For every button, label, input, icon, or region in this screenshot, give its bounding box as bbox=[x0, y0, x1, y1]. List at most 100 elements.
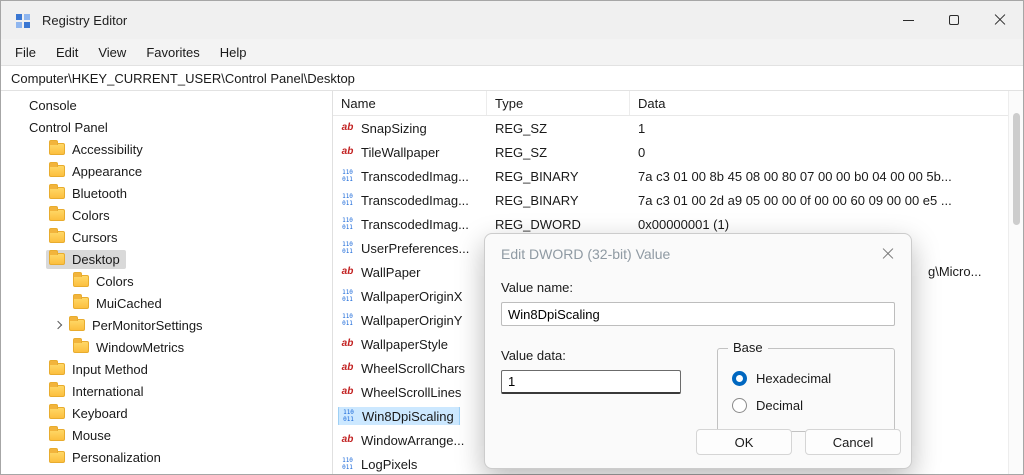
folder-icon bbox=[69, 319, 85, 331]
radio-selected-icon bbox=[732, 371, 747, 386]
value-data: 7a c3 01 00 8b 45 08 00 80 07 00 00 b0 0… bbox=[630, 169, 1008, 184]
base-groupbox: Base Hexadecimal Decimal bbox=[717, 348, 895, 432]
wallpaper-data-fragment: g\Micro... bbox=[928, 264, 981, 279]
binary-icon bbox=[339, 240, 356, 256]
column-header-type[interactable]: Type bbox=[487, 91, 630, 115]
binary-icon bbox=[340, 408, 357, 424]
list-row[interactable]: TranscodedImag... REG_BINARY 7a c3 01 00… bbox=[333, 164, 1008, 188]
tree-item-control-panel[interactable]: Control Panel bbox=[1, 116, 332, 138]
folder-icon bbox=[49, 231, 65, 243]
ok-button[interactable]: OK bbox=[696, 429, 792, 455]
string-icon bbox=[339, 336, 356, 352]
value-data-label: Value data: bbox=[501, 348, 697, 363]
list-row[interactable]: SnapSizing REG_SZ 1 bbox=[333, 116, 1008, 140]
registry-tree: Console Control Panel Accessibility Appe… bbox=[1, 91, 333, 474]
value-data: 7a c3 01 00 2d a9 05 00 00 0f 00 00 60 0… bbox=[630, 193, 1008, 208]
binary-icon bbox=[339, 288, 356, 304]
tree-item-label: Keyboard bbox=[72, 406, 128, 421]
column-header-name[interactable]: Name bbox=[333, 91, 487, 115]
list-selection: Win8DpiScaling bbox=[339, 407, 459, 425]
folder-icon bbox=[49, 253, 65, 265]
close-icon bbox=[994, 14, 1006, 26]
dialog-title: Edit DWORD (32-bit) Value bbox=[501, 246, 670, 262]
decimal-radio-label: Decimal bbox=[756, 398, 803, 413]
scrollbar-thumb[interactable] bbox=[1013, 113, 1020, 225]
value-name-input[interactable] bbox=[501, 302, 895, 326]
tree-item-international[interactable]: International bbox=[1, 380, 332, 402]
maximize-button[interactable] bbox=[931, 1, 977, 39]
chevron-right-icon[interactable] bbox=[54, 321, 62, 329]
folder-icon bbox=[49, 385, 65, 397]
list-row[interactable]: TileWallpaper REG_SZ 0 bbox=[333, 140, 1008, 164]
value-name: WheelScrollChars bbox=[361, 361, 465, 376]
value-name: UserPreferences... bbox=[361, 241, 469, 256]
tree-item-appearance[interactable]: Appearance bbox=[1, 160, 332, 182]
value-data: 1 bbox=[630, 121, 1008, 136]
tree-item-mouse[interactable]: Mouse bbox=[1, 424, 332, 446]
tree-item-label: Colors bbox=[96, 274, 134, 289]
tree-item-label: MuiCached bbox=[96, 296, 162, 311]
menu-edit[interactable]: Edit bbox=[46, 42, 88, 63]
string-icon bbox=[339, 360, 356, 376]
string-icon bbox=[339, 264, 356, 280]
tree-item-permonitorsettings[interactable]: PerMonitorSettings bbox=[1, 314, 332, 336]
base-label: Base bbox=[728, 340, 768, 355]
value-type: REG_BINARY bbox=[487, 193, 630, 208]
tree-item-desktop-colors[interactable]: Colors bbox=[1, 270, 332, 292]
folder-icon bbox=[49, 363, 65, 375]
value-type: REG_DWORD bbox=[487, 217, 630, 232]
folder-icon bbox=[73, 275, 89, 287]
tree-item-personalization[interactable]: Personalization bbox=[1, 446, 332, 468]
binary-icon bbox=[339, 456, 356, 472]
tree-item-console[interactable]: Console bbox=[1, 94, 332, 116]
window-title: Registry Editor bbox=[42, 13, 127, 28]
value-name: WallpaperStyle bbox=[361, 337, 448, 352]
minimize-icon bbox=[903, 20, 914, 21]
tree-item-windowmetrics[interactable]: WindowMetrics bbox=[1, 336, 332, 358]
folder-icon bbox=[49, 143, 65, 155]
vertical-scrollbar[interactable] bbox=[1008, 91, 1023, 474]
tree-item-label: Accessibility bbox=[72, 142, 143, 157]
menu-favorites[interactable]: Favorites bbox=[136, 42, 209, 63]
value-type: REG_BINARY bbox=[487, 169, 630, 184]
tree-item-bluetooth[interactable]: Bluetooth bbox=[1, 182, 332, 204]
tree-item-colors[interactable]: Colors bbox=[1, 204, 332, 226]
tree-item-label: Desktop bbox=[72, 252, 120, 267]
hexadecimal-radio[interactable]: Hexadecimal bbox=[732, 371, 894, 386]
tree-item-muicached[interactable]: MuiCached bbox=[1, 292, 332, 314]
value-name: Win8DpiScaling bbox=[362, 409, 454, 424]
tree-item-input-method[interactable]: Input Method bbox=[1, 358, 332, 380]
menu-file[interactable]: File bbox=[5, 42, 46, 63]
menu-view[interactable]: View bbox=[88, 42, 136, 63]
value-name: TileWallpaper bbox=[361, 145, 440, 160]
tree-item-keyboard[interactable]: Keyboard bbox=[1, 402, 332, 424]
menu-help[interactable]: Help bbox=[210, 42, 257, 63]
decimal-radio[interactable]: Decimal bbox=[732, 398, 894, 413]
string-icon bbox=[339, 120, 356, 136]
minimize-button[interactable] bbox=[885, 1, 931, 39]
binary-icon bbox=[339, 168, 356, 184]
column-header-data[interactable]: Data bbox=[630, 91, 1008, 115]
tree-item-label: Personalization bbox=[72, 450, 161, 465]
value-name-label: Value name: bbox=[501, 280, 895, 295]
tree-item-accessibility[interactable]: Accessibility bbox=[1, 138, 332, 160]
list-row[interactable]: TranscodedImag... REG_BINARY 7a c3 01 00… bbox=[333, 188, 1008, 212]
folder-icon bbox=[73, 297, 89, 309]
tree-item-label: WindowMetrics bbox=[96, 340, 184, 355]
dialog-close-icon[interactable] bbox=[881, 247, 895, 261]
maximize-icon bbox=[949, 15, 959, 25]
menubar: File Edit View Favorites Help bbox=[1, 39, 1023, 65]
value-name: SnapSizing bbox=[361, 121, 427, 136]
binary-icon bbox=[339, 216, 356, 232]
address-bar[interactable]: Computer\HKEY_CURRENT_USER\Control Panel… bbox=[1, 65, 1023, 91]
value-type: REG_SZ bbox=[487, 145, 630, 160]
value-name: TranscodedImag... bbox=[361, 193, 469, 208]
close-button[interactable] bbox=[977, 1, 1023, 39]
tree-item-desktop[interactable]: Desktop bbox=[1, 248, 332, 270]
value-data-input[interactable] bbox=[501, 370, 681, 394]
folder-icon bbox=[49, 451, 65, 463]
string-icon bbox=[339, 384, 356, 400]
tree-item-label: Control Panel bbox=[29, 120, 108, 135]
tree-item-cursors[interactable]: Cursors bbox=[1, 226, 332, 248]
cancel-button[interactable]: Cancel bbox=[805, 429, 901, 455]
